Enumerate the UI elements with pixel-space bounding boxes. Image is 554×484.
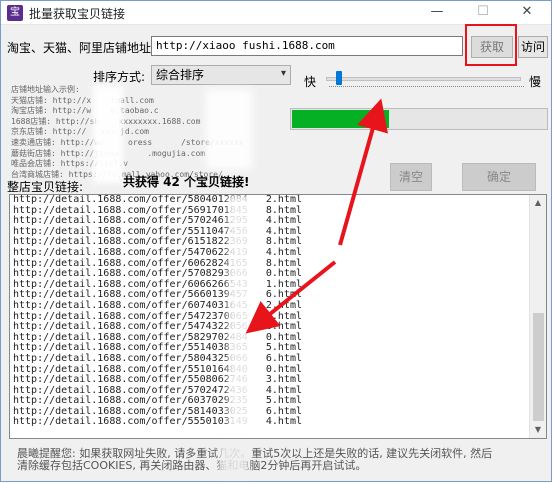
link-item: http://detail.1688.com/offer/6074031645 …	[13, 299, 302, 311]
redaction-blur	[206, 89, 252, 169]
speed-slider-ticks	[329, 86, 524, 91]
redaction-blur	[228, 195, 258, 435]
speed-fast-label: 快	[304, 75, 317, 89]
visit-button[interactable]: 访问	[518, 36, 548, 58]
speed-slider-thumb[interactable]	[335, 71, 342, 85]
clear-button[interactable]: 清空	[390, 163, 432, 191]
confirm-button[interactable]: 确定	[462, 163, 536, 191]
link-lines: http://detail.1688.com/offer/5804012084 …	[10, 195, 546, 428]
chevron-down-icon: ▾	[280, 68, 286, 79]
links-label: 整店宝贝链接:	[7, 180, 84, 194]
title-bar[interactable]: 宝 批量获取宝贝链接 — ☐ ✕	[1, 1, 551, 25]
progress-bar	[290, 108, 548, 130]
link-item: http://detail.1688.com/offer/5550103149 …	[13, 416, 302, 428]
scroll-down-icon[interactable]: ▼	[530, 422, 546, 438]
speed-slider-track[interactable]	[326, 77, 521, 81]
app-icon: 宝	[7, 5, 23, 21]
link-count-text: 共获得 42 个宝贝链接!	[123, 175, 250, 189]
sort-selected-value: 综合排序	[156, 68, 205, 82]
tip-line-2: 清除缓存包括COOKIES, 再关闭路由器、猫和电脑2分钟后再开启试试。	[17, 459, 367, 472]
minimize-button[interactable]: —	[415, 1, 459, 25]
shop-url-input[interactable]: http://xiaoo fushi.1688.com	[151, 36, 463, 56]
sort-label: 排序方式:	[93, 70, 146, 84]
link-item: http://detail.1688.com/offer/5470622419 …	[13, 246, 302, 258]
window-title: 批量获取宝贝链接	[29, 7, 126, 21]
link-item: http://detail.1688.com/offer/5804012084 …	[13, 194, 302, 205]
tip-text: 晨曦提醒您: 如果获取网址失败, 请多重试几次。重试5次以上还是失败的话, 建议…	[17, 448, 537, 472]
redaction-blur	[93, 85, 123, 183]
fetch-button[interactable]: 获取	[471, 36, 513, 58]
app-window: 宝 批量获取宝贝链接 — ☐ ✕ 淘宝、天猫、阿里店铺地址: http://xi…	[0, 0, 552, 482]
scroll-up-icon[interactable]: ▲	[530, 195, 546, 211]
speed-slow-label: 慢	[529, 75, 542, 89]
redaction-blur	[219, 443, 249, 477]
shop-url-label: 淘宝、天猫、阿里店铺地址:	[7, 41, 156, 55]
link-list[interactable]: http://detail.1688.com/offer/5804012084 …	[9, 194, 547, 439]
maximize-button[interactable]: ☐	[461, 1, 505, 25]
link-item: http://detail.1688.com/offer/5804325066 …	[13, 352, 302, 364]
close-button[interactable]: ✕	[505, 1, 549, 25]
sort-select[interactable]: 综合排序 ▾	[151, 65, 291, 85]
vertical-scrollbar[interactable]: ▲ ▼	[529, 195, 546, 438]
scroll-thumb[interactable]	[533, 313, 544, 421]
progress-fill	[292, 110, 389, 128]
